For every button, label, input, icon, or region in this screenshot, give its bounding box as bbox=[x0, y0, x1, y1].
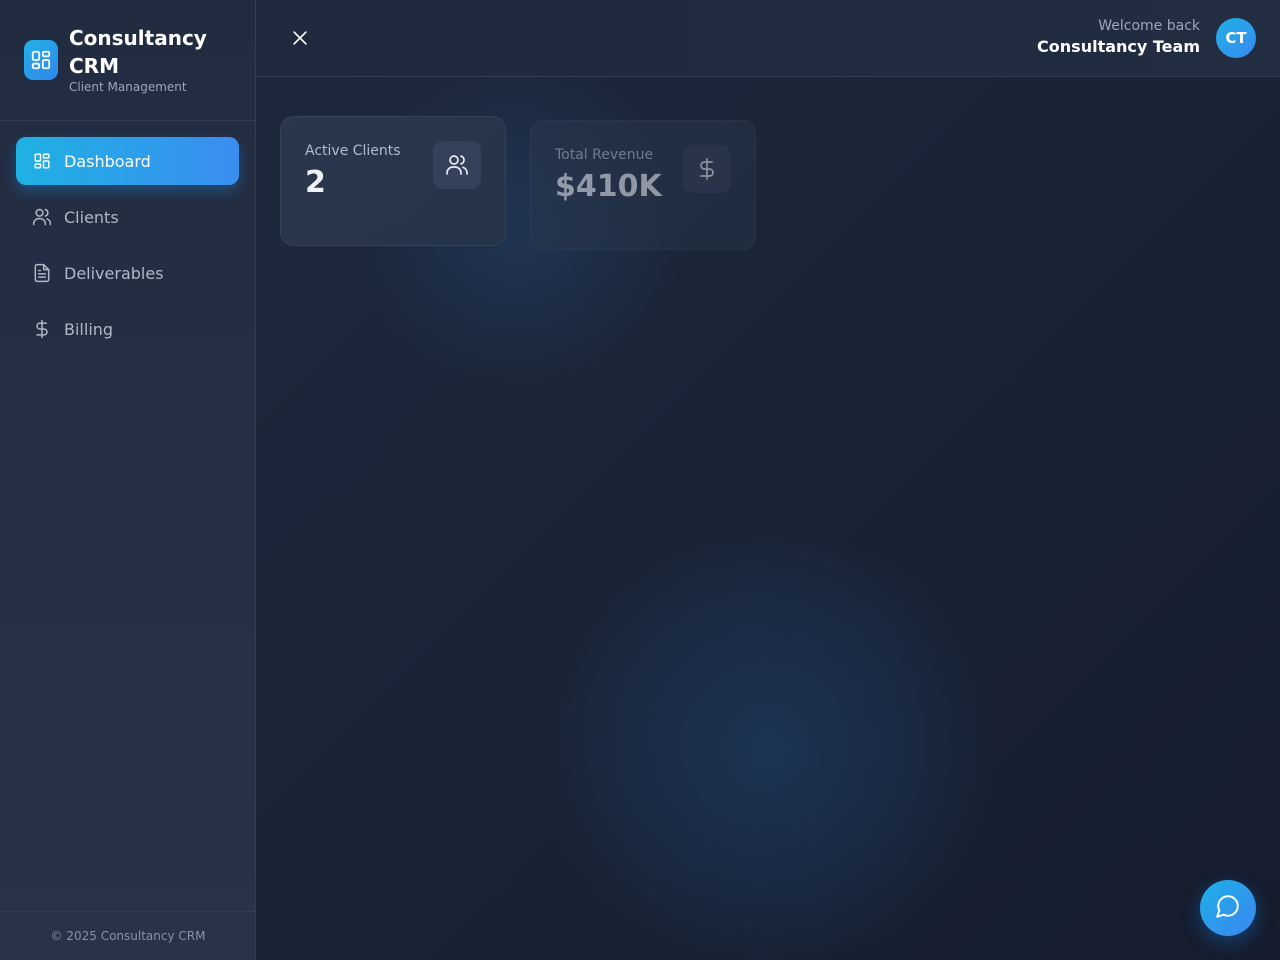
chat-button[interactable] bbox=[1200, 880, 1256, 936]
app-subtitle: Client Management bbox=[69, 80, 187, 94]
sidebar-item-clients[interactable]: Clients bbox=[16, 193, 239, 241]
sidebar-item-label: Clients bbox=[64, 207, 119, 227]
sidebar-item-label: Deliverables bbox=[64, 263, 164, 283]
document-icon bbox=[32, 263, 52, 283]
welcome-label: Welcome back bbox=[1098, 18, 1200, 34]
user-name: Consultancy Team bbox=[1037, 37, 1200, 56]
app-title: Consultancy CRM bbox=[69, 26, 207, 78]
sidebar-item-dashboard[interactable]: Dashboard bbox=[16, 137, 239, 185]
dollar-icon bbox=[32, 319, 52, 339]
sidebar-item-label: Dashboard bbox=[64, 151, 151, 171]
sidebar-item-deliverables[interactable]: Deliverables bbox=[16, 249, 239, 297]
app-root: Consultancy CRM Client Management Dashbo… bbox=[0, 0, 1280, 960]
users-icon bbox=[433, 141, 481, 189]
stat-card-active-clients: Active Clients 2 bbox=[280, 116, 506, 246]
sidebar-item-label: Billing bbox=[64, 319, 114, 339]
close-icon[interactable] bbox=[288, 26, 312, 50]
top-header: Welcome back Consultancy Team CT bbox=[256, 0, 1280, 77]
chat-bubble-icon bbox=[1215, 893, 1241, 923]
sidebar-item-billing[interactable]: Billing bbox=[16, 305, 239, 353]
dashboard-grid-icon bbox=[32, 151, 52, 171]
sidebar-nav: Dashboard Clients Deliverables Billing bbox=[16, 137, 239, 361]
users-icon bbox=[32, 207, 52, 227]
brand-header: Consultancy CRM Client Management bbox=[0, 0, 255, 121]
avatar[interactable]: CT bbox=[1216, 18, 1256, 58]
sidebar-footer: © 2025 Consultancy CRM bbox=[0, 911, 256, 960]
dashboard-grid-icon bbox=[24, 40, 58, 80]
stat-card-total-revenue: Total Revenue $410K bbox=[530, 120, 756, 250]
sidebar: Consultancy CRM Client Management Dashbo… bbox=[0, 0, 256, 960]
dollar-icon bbox=[683, 145, 731, 193]
welcome-block: Welcome back Consultancy Team bbox=[1037, 17, 1200, 59]
background-glow bbox=[520, 540, 1020, 960]
